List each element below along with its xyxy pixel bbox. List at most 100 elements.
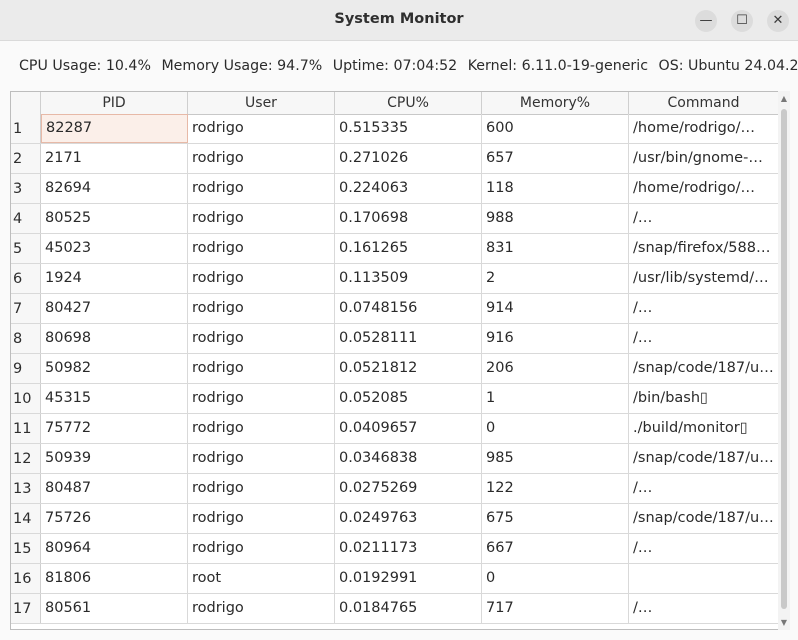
- cell-command[interactable]: /bin/bash▯: [629, 384, 778, 413]
- table-row[interactable]: 9 50982 rodrigo 0.0521812 206/snap/code/187/…: [11, 354, 778, 384]
- row-number[interactable]: 1: [11, 114, 41, 143]
- cell-command[interactable]: /snap/firefox/588…: [629, 234, 778, 263]
- cell-user[interactable]: rodrigo: [188, 144, 335, 173]
- cell-cpu[interactable]: 0.0184765: [335, 594, 482, 623]
- cell-cpu[interactable]: 0.0275269: [335, 474, 482, 503]
- scroll-up-icon[interactable]: ▲: [778, 93, 790, 105]
- scroll-down-icon[interactable]: ▼: [778, 617, 790, 629]
- cell-memory[interactable]: 657: [482, 144, 629, 173]
- table-row[interactable]: 13 80487 rodrigo 0.0275269 122/…: [11, 474, 778, 504]
- cell-memory[interactable]: 118: [482, 174, 629, 203]
- cell-memory[interactable]: 600: [482, 114, 629, 143]
- cell-memory[interactable]: 0: [482, 564, 629, 593]
- cell-memory[interactable]: 985: [482, 444, 629, 473]
- cell-user[interactable]: rodrigo: [188, 204, 335, 233]
- row-number[interactable]: 2: [11, 144, 41, 173]
- row-number[interactable]: 17: [11, 594, 41, 623]
- cell-cpu[interactable]: 0.0748156: [335, 294, 482, 323]
- cell-command[interactable]: /home/rodrigo/…: [629, 114, 778, 143]
- cell-user[interactable]: rodrigo: [188, 174, 335, 203]
- cell-user[interactable]: rodrigo: [188, 474, 335, 503]
- cell-pid[interactable]: 75772: [41, 414, 188, 443]
- cell-user[interactable]: rodrigo: [188, 264, 335, 293]
- row-number[interactable]: 3: [11, 174, 41, 203]
- cell-pid[interactable]: 1924: [41, 264, 188, 293]
- cell-pid[interactable]: 50982: [41, 354, 188, 383]
- cell-pid[interactable]: 45315: [41, 384, 188, 413]
- cell-memory[interactable]: 916: [482, 324, 629, 353]
- cell-cpu[interactable]: 0.0409657: [335, 414, 482, 443]
- cell-user[interactable]: root: [188, 564, 335, 593]
- cell-command[interactable]: /home/rodrigo/…: [629, 174, 778, 203]
- cell-cpu[interactable]: 0.0249763: [335, 504, 482, 533]
- row-number[interactable]: 12: [11, 444, 41, 473]
- cell-command[interactable]: /…: [629, 204, 778, 233]
- cell-user[interactable]: rodrigo: [188, 384, 335, 413]
- table-row[interactable]: 11 75772 rodrigo 0.0409657 0 ./build/monitor▯: [11, 414, 778, 444]
- cell-pid[interactable]: 82287: [41, 114, 188, 143]
- cell-cpu[interactable]: 0.113509: [335, 264, 482, 293]
- cell-user[interactable]: rodrigo: [188, 114, 335, 143]
- cell-memory[interactable]: 122: [482, 474, 629, 503]
- process-table[interactable]: PID User CPU% Memory% Command 1 82287 rodr…: [10, 91, 779, 630]
- cell-command[interactable]: /snap/code/187/u…: [629, 444, 778, 473]
- row-number[interactable]: 16: [11, 564, 41, 593]
- cell-cpu[interactable]: 0.170698: [335, 204, 482, 233]
- cell-pid[interactable]: 45023: [41, 234, 188, 263]
- cell-pid[interactable]: 80487: [41, 474, 188, 503]
- table-row[interactable]: 12 50939 rodrigo 0.0346838 985/snap/code/187…: [11, 444, 778, 474]
- cell-user[interactable]: rodrigo: [188, 324, 335, 353]
- row-number[interactable]: 7: [11, 294, 41, 323]
- cell-pid[interactable]: 75726: [41, 504, 188, 533]
- cell-cpu[interactable]: 0.0521812: [335, 354, 482, 383]
- table-row[interactable]: 4 80525 rodrigo 0.170698 988/…: [11, 204, 778, 234]
- cell-cpu[interactable]: 0.0528111: [335, 324, 482, 353]
- table-row[interactable]: 8 80698 rodrigo 0.0528111 916/…: [11, 324, 778, 354]
- cell-user[interactable]: rodrigo: [188, 534, 335, 563]
- cell-pid[interactable]: 80698: [41, 324, 188, 353]
- cell-memory[interactable]: 0: [482, 414, 629, 443]
- maximize-button[interactable]: ☐: [731, 10, 753, 32]
- cell-command[interactable]: /…: [629, 534, 778, 563]
- cell-cpu[interactable]: 0.224063: [335, 174, 482, 203]
- row-number[interactable]: 14: [11, 504, 41, 533]
- table-row[interactable]: 6 1924 rodrigo 0.113509 2/usr/lib/systemd/…: [11, 264, 778, 294]
- table-row[interactable]: 5 45023 rodrigo 0.161265 831/snap/firefox/58…: [11, 234, 778, 264]
- cell-user[interactable]: rodrigo: [188, 414, 335, 443]
- cell-pid[interactable]: 82694: [41, 174, 188, 203]
- row-number[interactable]: 8: [11, 324, 41, 353]
- scrollbar-thumb[interactable]: [781, 109, 787, 609]
- cell-memory[interactable]: 675: [482, 504, 629, 533]
- table-row[interactable]: 10 45315 rodrigo 0.052085 1/bin/bash▯: [11, 384, 778, 414]
- table-row[interactable]: 2 2171 rodrigo 0.271026 657/usr/bin/gnome-…: [11, 144, 778, 174]
- cell-cpu[interactable]: 0.0346838: [335, 444, 482, 473]
- cell-user[interactable]: rodrigo: [188, 444, 335, 473]
- table-row[interactable]: 7 80427 rodrigo 0.0748156 914/…: [11, 294, 778, 324]
- row-number[interactable]: 15: [11, 534, 41, 563]
- table-row[interactable]: 14 75726 rodrigo 0.0249763 675/snap/code/187…: [11, 504, 778, 534]
- header-memory[interactable]: Memory%: [482, 92, 629, 114]
- cell-pid[interactable]: 80964: [41, 534, 188, 563]
- cell-cpu[interactable]: 0.161265: [335, 234, 482, 263]
- header-command[interactable]: Command: [629, 92, 778, 114]
- cell-user[interactable]: rodrigo: [188, 234, 335, 263]
- header-pid[interactable]: PID: [41, 92, 188, 114]
- cell-command[interactable]: /…: [629, 594, 778, 623]
- cell-user[interactable]: rodrigo: [188, 354, 335, 383]
- header-user[interactable]: User: [188, 92, 335, 114]
- table-row[interactable]: 3 82694 rodrigo 0.224063 118/home/rodrigo/…: [11, 174, 778, 204]
- row-number[interactable]: 5: [11, 234, 41, 263]
- cell-command[interactable]: /usr/bin/gnome-…: [629, 144, 778, 173]
- cell-memory[interactable]: 667: [482, 534, 629, 563]
- cell-memory[interactable]: 1: [482, 384, 629, 413]
- cell-user[interactable]: rodrigo: [188, 504, 335, 533]
- cell-command[interactable]: /…: [629, 474, 778, 503]
- row-number[interactable]: 4: [11, 204, 41, 233]
- cell-pid[interactable]: 80561: [41, 594, 188, 623]
- table-row[interactable]: 1 82287 rodrigo 0.515335 600/home/rodrigo/…: [11, 114, 778, 144]
- minimize-button[interactable]: —: [695, 10, 717, 32]
- cell-memory[interactable]: 831: [482, 234, 629, 263]
- cell-command[interactable]: [629, 564, 778, 593]
- cell-pid[interactable]: 2171: [41, 144, 188, 173]
- cell-memory[interactable]: 206: [482, 354, 629, 383]
